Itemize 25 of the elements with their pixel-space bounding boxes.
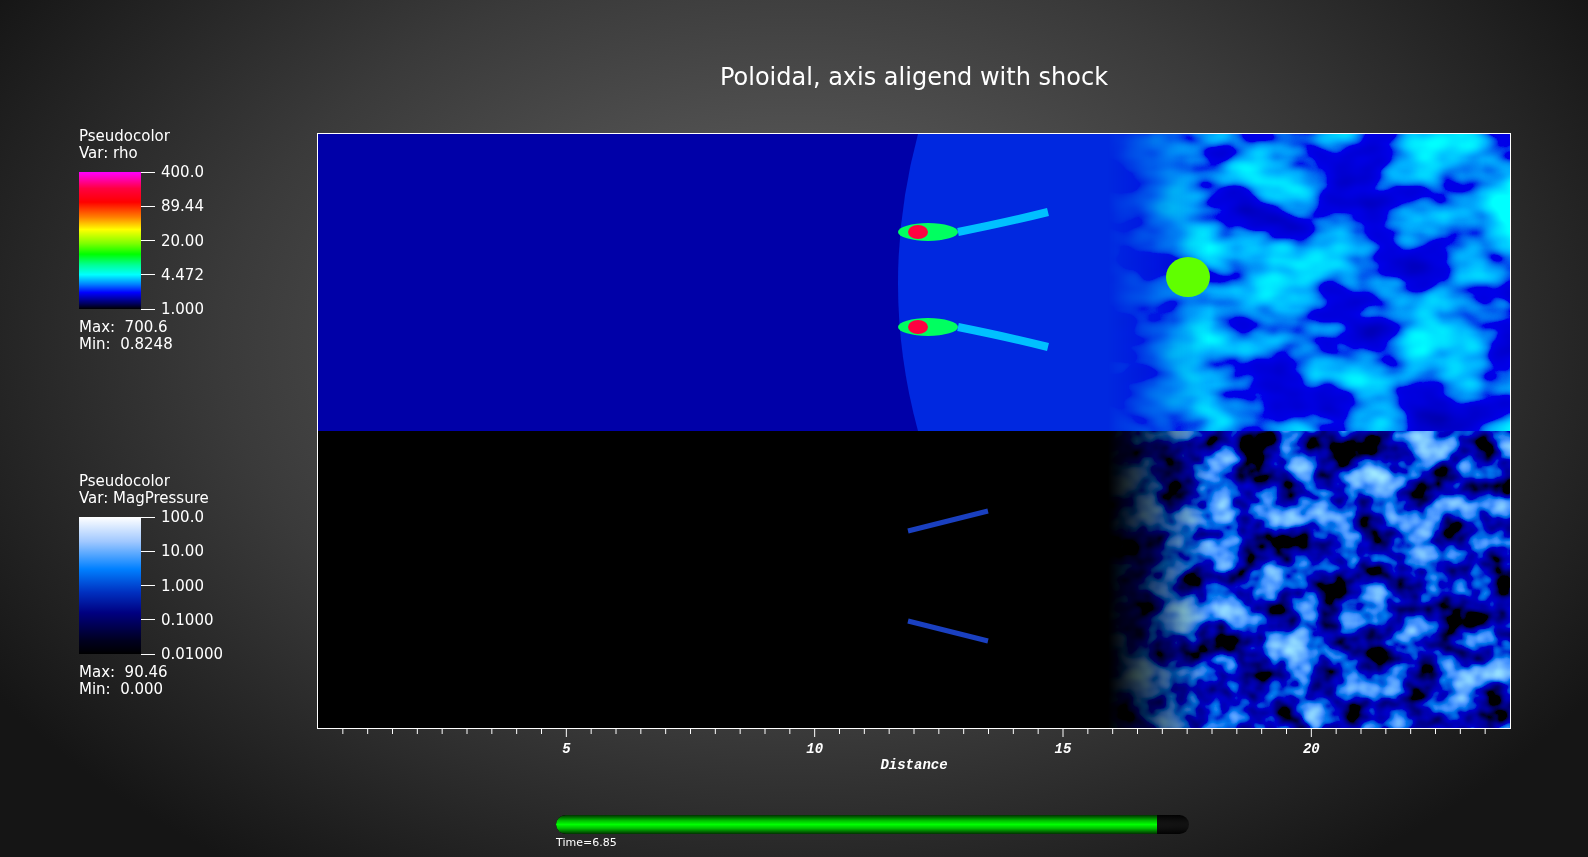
legend-max: Max: 700.6 (79, 319, 169, 336)
legend-min: Min: 0.000 (79, 681, 165, 698)
legend-variable: Var: MagPressure (79, 490, 210, 507)
axis-title: Distance (880, 757, 948, 773)
axis-tick-label: 20 (1302, 741, 1320, 757)
scale-tick-label: 400.0 (161, 163, 204, 181)
legend-heading: Pseudocolor (79, 473, 171, 490)
legend-max: Max: 90.46 (79, 664, 169, 681)
axis-tick-label: 10 (806, 741, 824, 757)
scale-tick-label: 4.472 (161, 265, 204, 284)
scale-tick-label: 20.00 (161, 231, 204, 250)
time-label: Time=6.85 (556, 836, 618, 849)
scale-tick-label: 100.0 (161, 508, 204, 526)
scale-tick-label: 1.000 (161, 576, 204, 595)
legend-variable: Var: rho (79, 145, 139, 162)
scale-tick-label: 1.000 (161, 300, 204, 318)
axis-tick-label: 5 (562, 741, 571, 757)
legend-min: Min: 0.8248 (79, 336, 174, 353)
legend-heading: Pseudocolor (79, 128, 171, 145)
scale-tick-label: 89.44 (161, 197, 204, 216)
plot-title: Poloidal, axis aligend with shock (718, 62, 1110, 92)
scale-tick-label: 10.00 (161, 542, 204, 561)
scale-tick-label: 0.1000 (161, 610, 214, 629)
scale-tick-label: 0.01000 (161, 645, 224, 663)
axis-tick-label: 15 (1054, 741, 1072, 757)
